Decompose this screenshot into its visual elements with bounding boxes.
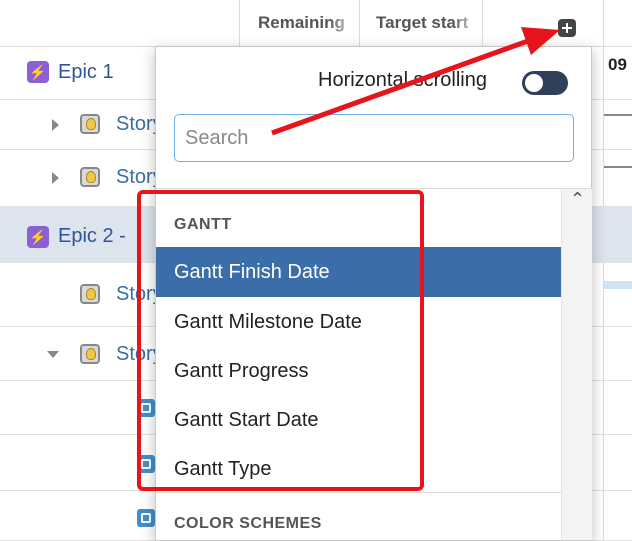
lightning-icon: ⚡	[27, 61, 49, 83]
add-column-plus-icon[interactable]	[558, 19, 576, 37]
add-column-popup: Horizontal scrolling GANTT Gantt Finish …	[155, 46, 592, 541]
column-option-list: GANTT Gantt Finish Date Gantt Milestone …	[156, 189, 561, 540]
chevron-right-icon[interactable]	[52, 119, 59, 131]
chevron-up-icon[interactable]: ⌃	[570, 189, 585, 210]
subtask-icon	[137, 509, 155, 527]
subtask-icon	[137, 455, 155, 473]
search-input[interactable]	[174, 114, 574, 162]
horizontal-scrolling-label: Horizontal scrolling	[318, 69, 487, 91]
group-header-color-schemes: COLOR SCHEMES	[174, 515, 322, 532]
scrollbar[interactable]: ⌃	[561, 189, 592, 540]
list-item[interactable]: Gantt Type	[156, 444, 561, 494]
row-label[interactable]: Epic 2 -	[58, 225, 126, 248]
horizontal-scrolling-toggle[interactable]	[522, 71, 568, 95]
divider	[156, 492, 561, 493]
list-item[interactable]: Gantt Start Date	[156, 395, 561, 445]
header-fade	[329, 0, 359, 46]
lightning-icon: ⚡	[27, 226, 49, 248]
group-header-gantt: GANTT	[174, 216, 232, 233]
list-item[interactable]: Gantt Finish Date	[156, 247, 561, 297]
lightbulb-icon	[80, 114, 100, 134]
list-item[interactable]: Gantt Progress	[156, 346, 561, 396]
chevron-down-icon[interactable]	[47, 351, 59, 358]
grid-header: Remaining Target start	[0, 0, 632, 47]
header-fade	[452, 0, 482, 46]
lightbulb-icon	[80, 284, 100, 304]
row-label[interactable]: Epic 1	[58, 61, 114, 84]
subtask-icon	[137, 399, 155, 417]
list-item[interactable]: Gantt Milestone Date	[156, 297, 561, 347]
toggle-knob	[525, 74, 543, 92]
lightbulb-icon	[80, 344, 100, 364]
chevron-right-icon[interactable]	[52, 172, 59, 184]
lightbulb-icon	[80, 167, 100, 187]
